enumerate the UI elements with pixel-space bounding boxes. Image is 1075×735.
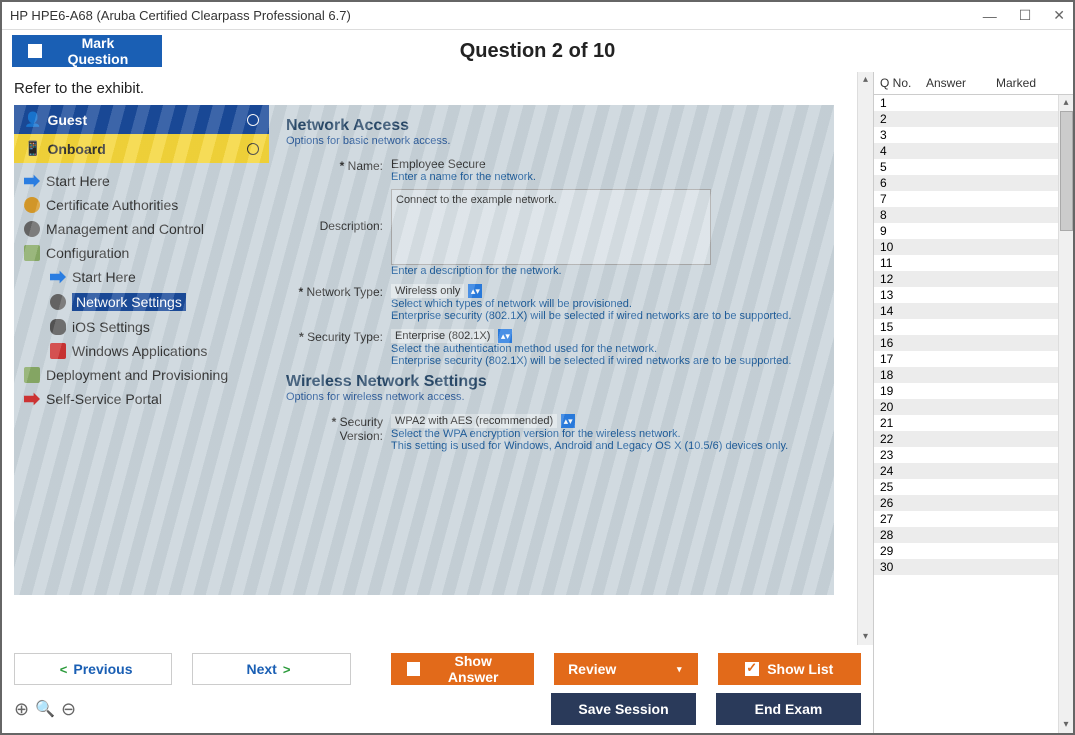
exhibit-field-network-type: Wireless only [391, 284, 464, 298]
question-scrollbar[interactable]: ▴ ▾ [857, 72, 873, 645]
scroll-up-icon[interactable]: ▴ [1059, 95, 1073, 111]
previous-button[interactable]: <Previous [14, 653, 172, 685]
qlist-row[interactable]: 12 [874, 271, 1058, 287]
qlist-row[interactable]: 27 [874, 511, 1058, 527]
qlist-row[interactable]: 29 [874, 543, 1058, 559]
qlist-row[interactable]: 22 [874, 431, 1058, 447]
qlist-row[interactable]: 2 [874, 111, 1058, 127]
exhibit-section-network-access: Network Access [286, 117, 822, 135]
question-list-panel: Q No. Answer Marked 12345678910111213141… [873, 72, 1073, 733]
qlist-row[interactable]: 16 [874, 335, 1058, 351]
exhibit-nav-config-win: Windows Applications [22, 339, 261, 363]
app-window: HP HPE6-A68 (Aruba Certified Clearpass P… [0, 0, 1075, 735]
mark-question-button[interactable]: Mark Question [12, 35, 162, 67]
show-answer-button[interactable]: Show Answer [391, 653, 534, 685]
qlist-row[interactable]: 6 [874, 175, 1058, 191]
exhibit-field-description: Connect to the example network. [391, 189, 711, 265]
qlist-col-answer: Answer [926, 76, 996, 90]
qlist-row[interactable]: 17 [874, 351, 1058, 367]
qlist-row[interactable]: 21 [874, 415, 1058, 431]
qlist-row[interactable]: 1 [874, 95, 1058, 111]
qlist-row[interactable]: 4 [874, 143, 1058, 159]
qlist-row[interactable]: 18 [874, 367, 1058, 383]
qlist-row[interactable]: 5 [874, 159, 1058, 175]
qlist-row[interactable]: 23 [874, 447, 1058, 463]
bottom-bar: <Previous Next> Show Answer Review▾ Show… [2, 645, 873, 733]
qlist-row[interactable]: 28 [874, 527, 1058, 543]
titlebar: HP HPE6-A68 (Aruba Certified Clearpass P… [2, 2, 1073, 30]
question-counter: Question 2 of 10 [460, 40, 616, 62]
qlist-row[interactable]: 25 [874, 479, 1058, 495]
qlist-scrollbar[interactable]: ▴ ▾ [1058, 95, 1073, 733]
save-session-button[interactable]: Save Session [551, 693, 696, 725]
checkbox-icon [407, 662, 421, 676]
review-button[interactable]: Review▾ [554, 653, 697, 685]
qlist-row[interactable]: 30 [874, 559, 1058, 575]
next-button[interactable]: Next> [192, 653, 350, 685]
checkbox-checked-icon [745, 662, 759, 676]
scroll-down-icon[interactable]: ▾ [1059, 717, 1073, 733]
qlist-col-qno: Q No. [880, 76, 926, 90]
exhibit-field-security-type: Enterprise (802.1X) [391, 329, 494, 343]
exhibit-field-name: Employee Secure [391, 157, 822, 171]
minimize-icon[interactable]: — [983, 8, 997, 24]
maximize-icon[interactable]: ☐ [1019, 7, 1032, 24]
exhibit-nav-deploy: Deployment and Provisioning [22, 363, 261, 387]
qlist-row[interactable]: 19 [874, 383, 1058, 399]
qlist-row[interactable]: 20 [874, 399, 1058, 415]
qlist-row[interactable]: 15 [874, 319, 1058, 335]
qlist-row[interactable]: 3 [874, 127, 1058, 143]
exhibit-nav-config-start: Start Here [22, 265, 261, 289]
body-area: Refer to the exhibit. 👤Guest 📱Onboard St… [2, 72, 1073, 733]
exhibit-nav-mgmt: Management and Control [22, 217, 261, 241]
exhibit-tab-onboard: 📱Onboard [14, 134, 269, 163]
qlist-row[interactable]: 10 [874, 239, 1058, 255]
exhibit-tab-guest: 👤Guest [14, 105, 269, 134]
end-exam-button[interactable]: End Exam [716, 693, 861, 725]
checkbox-icon [28, 44, 42, 58]
qlist-row[interactable]: 7 [874, 191, 1058, 207]
top-toolbar: Mark Question Question 2 of 10 [2, 30, 1073, 72]
question-prompt: Refer to the exhibit. [14, 80, 845, 97]
exhibit-field-security-version: WPA2 with AES (recommended) [391, 414, 557, 428]
exhibit-image: 👤Guest 📱Onboard Start Here Certificate A… [14, 105, 834, 595]
exhibit-nav-config: Configuration [22, 241, 261, 265]
exhibit-nav-selfservice: Self-Service Portal [22, 387, 261, 411]
qlist-row[interactable]: 24 [874, 463, 1058, 479]
qlist-col-marked: Marked [996, 76, 1036, 90]
show-list-button[interactable]: Show List [718, 653, 861, 685]
scroll-down-icon[interactable]: ▾ [858, 629, 873, 645]
exhibit-nav-config-network: Network Settings [22, 289, 261, 315]
exhibit-section-wireless: Wireless Network Settings [286, 373, 822, 391]
exhibit-nav-cert-auth: Certificate Authorities [22, 193, 261, 217]
zoom-in-icon[interactable]: ⊕ [14, 699, 29, 720]
qlist-rows: 1234567891011121314151617181920212223242… [874, 95, 1058, 733]
scroll-up-icon[interactable]: ▴ [858, 72, 873, 88]
qlist-row[interactable]: 14 [874, 303, 1058, 319]
qlist-row[interactable]: 8 [874, 207, 1058, 223]
close-icon[interactable]: ✕ [1053, 7, 1065, 24]
qlist-row[interactable]: 9 [874, 223, 1058, 239]
qlist-row[interactable]: 13 [874, 287, 1058, 303]
scrollbar-thumb[interactable] [1060, 111, 1073, 231]
exhibit-nav-config-ios: iOS Settings [22, 315, 261, 339]
chevron-down-icon: ▾ [677, 664, 682, 675]
qlist-row[interactable]: 11 [874, 255, 1058, 271]
zoom-reset-icon[interactable]: 🔍 [35, 699, 55, 719]
qlist-row[interactable]: 26 [874, 495, 1058, 511]
qlist-header: Q No. Answer Marked [874, 72, 1073, 95]
exhibit-nav-start-here: Start Here [22, 169, 261, 193]
zoom-out-icon[interactable]: ⊖ [61, 699, 76, 720]
window-title: HP HPE6-A68 (Aruba Certified Clearpass P… [10, 8, 983, 23]
